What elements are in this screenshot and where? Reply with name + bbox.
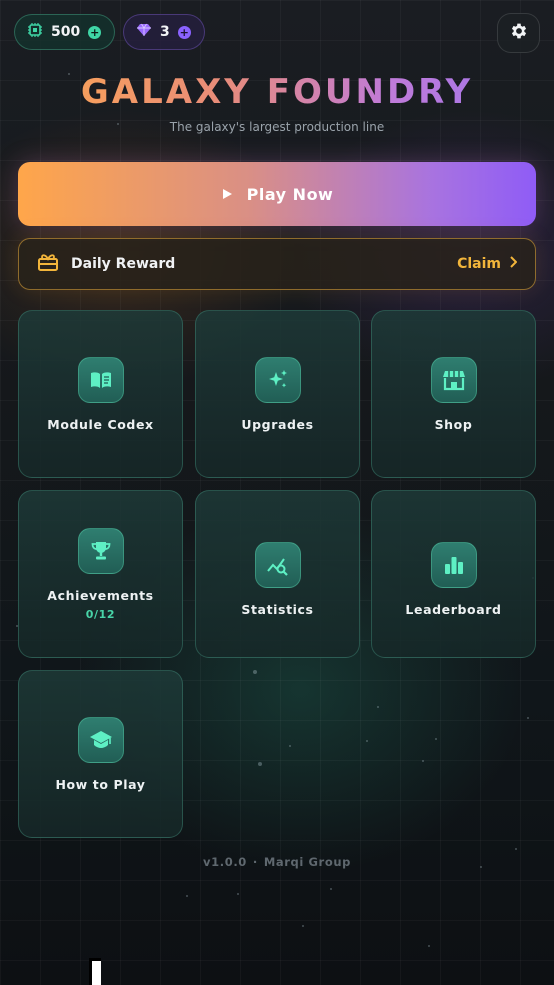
- daily-reward-label: Daily Reward: [71, 256, 176, 272]
- game-subtitle: The galaxy's largest production line: [169, 120, 385, 134]
- gift-icon: [37, 252, 59, 276]
- upgrades-label: Upgrades: [241, 416, 314, 432]
- chips-value: 500: [51, 24, 81, 40]
- store-icon: [430, 356, 477, 403]
- how-to-play-label: How to Play: [55, 776, 146, 792]
- tile-statistics[interactable]: Statistics: [195, 490, 360, 658]
- chip-icon: [27, 22, 43, 42]
- footer: v1.0.0 · Marqi Group: [0, 855, 554, 869]
- achievements-label: Achievements: [47, 587, 154, 603]
- shop-label: Shop: [434, 416, 473, 432]
- daily-reward-banner[interactable]: Daily Reward Claim: [18, 238, 536, 290]
- game-title: GALAXY FOUNDRY: [0, 72, 554, 112]
- tile-upgrades[interactable]: Upgrades: [195, 310, 360, 478]
- tile-shop[interactable]: Shop: [371, 310, 536, 478]
- sparkles-icon: [254, 356, 301, 403]
- chips-counter[interactable]: 500 +: [14, 14, 115, 50]
- add-gems-icon[interactable]: +: [177, 25, 191, 39]
- graduation-cap-icon: [77, 716, 124, 763]
- book-icon: [77, 356, 124, 403]
- play-now-label: Play Now: [246, 184, 334, 204]
- tile-module-codex[interactable]: Module Codex: [18, 310, 183, 478]
- tile-how-to-play[interactable]: How to Play: [18, 670, 183, 838]
- mouse-cursor: [89, 958, 101, 985]
- add-chips-icon[interactable]: +: [88, 25, 102, 39]
- gem-icon: [136, 22, 152, 42]
- claim-label: Claim: [457, 256, 501, 272]
- settings-button[interactable]: [497, 13, 540, 53]
- gear-icon: [509, 21, 529, 45]
- play-now-button[interactable]: Play Now: [18, 162, 536, 226]
- module-codex-label: Module Codex: [47, 416, 154, 432]
- trophy-icon: [77, 527, 124, 574]
- tile-leaderboard[interactable]: Leaderboard: [371, 490, 536, 658]
- leaderboard-label: Leaderboard: [405, 601, 502, 617]
- podium-icon: [430, 541, 477, 588]
- version-text: v1.0.0: [203, 855, 247, 869]
- gems-counter[interactable]: 3 +: [123, 14, 205, 50]
- play-icon: [221, 185, 233, 204]
- achievements-progress: 0/12: [85, 607, 116, 621]
- company-name: Marqi Group: [263, 855, 351, 869]
- statistics-label: Statistics: [241, 601, 314, 617]
- chevron-right-icon: [509, 256, 518, 272]
- tile-achievements[interactable]: Achievements 0/12: [18, 490, 183, 658]
- claim-button[interactable]: Claim: [457, 256, 518, 272]
- chart-search-icon: [254, 541, 301, 588]
- gems-value: 3: [160, 24, 170, 40]
- footer-separator: ·: [252, 855, 258, 869]
